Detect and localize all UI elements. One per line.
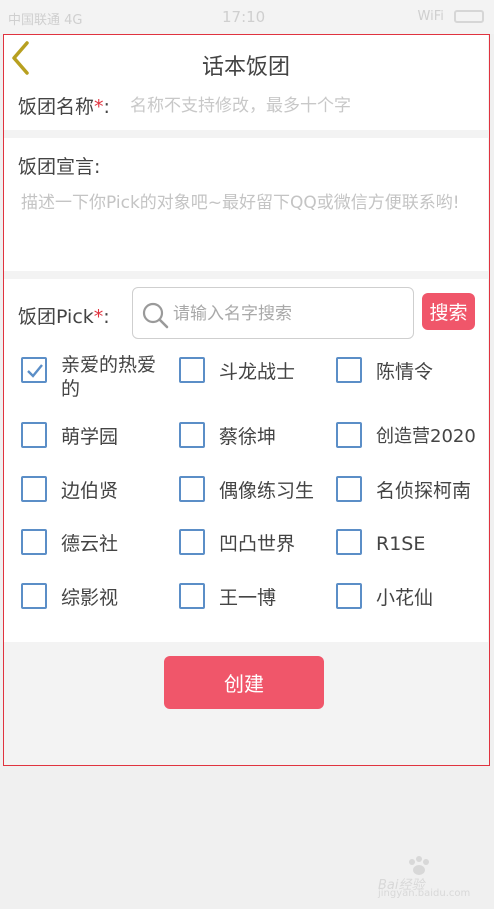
wifi-icon: WiFi <box>417 9 444 24</box>
pick-option[interactable]: 王一博 <box>179 573 339 623</box>
name-label: 饭团名称*: <box>18 92 110 119</box>
pick-option[interactable]: 蔡徐坤 <box>179 412 339 462</box>
group-name-input[interactable] <box>130 93 430 119</box>
checkbox[interactable] <box>21 357 47 383</box>
pick-option-label: R1SE <box>376 533 426 555</box>
pick-label: 饭团Pick*: <box>18 302 110 329</box>
pick-option-label: 创造营2020 <box>376 426 476 447</box>
create-button[interactable]: 创建 <box>164 656 324 709</box>
checkbox[interactable] <box>336 529 362 555</box>
create-group-panel: 话本饭团 饭团名称*: 饭团宣言: 饭团Pick*: 搜索 <box>3 34 490 766</box>
checkbox[interactable] <box>179 583 205 609</box>
pick-option-label: 萌学园 <box>61 426 119 448</box>
pick-option-label: 陈情令 <box>376 361 434 383</box>
checkbox[interactable] <box>21 583 47 609</box>
pick-option[interactable]: 综影视 <box>21 573 181 623</box>
manifesto-textarea[interactable] <box>21 191 476 261</box>
checkbox[interactable] <box>179 476 205 502</box>
checkbox[interactable] <box>21 422 47 448</box>
pick-option-label: 小花仙 <box>376 587 434 609</box>
pick-option-label: 偶像练习生 <box>219 480 315 502</box>
pick-option-label: 王一博 <box>219 587 277 609</box>
manifesto-label: 饭团宣言: <box>18 156 101 178</box>
name-section: 话本饭团 饭团名称*: <box>4 35 488 130</box>
pick-label-colon: : <box>103 306 110 328</box>
pick-option[interactable]: 名侦探柯南 <box>336 466 488 516</box>
search-box[interactable] <box>132 287 414 339</box>
pick-option[interactable]: R1SE <box>336 519 489 569</box>
pick-option-label: 综影视 <box>61 587 119 609</box>
checkbox[interactable] <box>336 357 362 383</box>
pick-option-label: 蔡徐坤 <box>219 426 277 448</box>
checkbox[interactable] <box>179 422 205 448</box>
search-button[interactable]: 搜索 <box>422 293 475 330</box>
name-label-colon: : <box>103 96 110 118</box>
pick-option[interactable]: 偶像练习生 <box>179 466 339 516</box>
status-time: 17:10 <box>222 8 266 26</box>
pick-option-label: 亲爱的热爱的 <box>61 354 157 400</box>
checkbox[interactable] <box>336 422 362 448</box>
watermark-url: jingyan.baidu.com <box>378 888 471 899</box>
pick-option[interactable]: 边伯贤 <box>21 466 181 516</box>
name-label-text: 饭团名称 <box>18 96 95 118</box>
pick-required-mark: * <box>93 306 104 328</box>
paw-icon <box>409 856 429 875</box>
page-title: 话本饭团 <box>201 55 290 80</box>
battery-icon <box>454 10 484 23</box>
status-bar: 中国联通 4G 17:10 WiFi <box>0 0 494 34</box>
pick-option-label: 边伯贤 <box>61 480 119 502</box>
pick-option[interactable]: 萌学园 <box>21 412 181 462</box>
pick-option[interactable]: 创造营2020 <box>336 412 488 462</box>
pick-option[interactable]: 德云社 <box>21 519 181 569</box>
required-mark: * <box>94 96 104 118</box>
pick-option-label: 斗龙战士 <box>219 361 296 383</box>
checkbox[interactable] <box>336 476 362 502</box>
pick-option-label: 凹凸世界 <box>219 533 296 555</box>
status-icons: WiFi <box>418 9 484 24</box>
pick-option-label: 名侦探柯南 <box>376 480 472 502</box>
search-input[interactable] <box>173 301 403 327</box>
watermark: Bai经验 jingyan.baidu.com <box>378 856 478 899</box>
carrier-text: 中国联通 4G <box>8 13 83 28</box>
pick-option[interactable]: 陈情令 <box>336 347 489 397</box>
pick-option[interactable]: 凹凸世界 <box>179 519 339 569</box>
pick-label-text: 饭团Pick <box>18 306 94 328</box>
manifesto-section: 饭团宣言: <box>4 138 488 271</box>
pick-option[interactable]: 斗龙战士 <box>179 347 339 397</box>
checkbox[interactable] <box>21 476 47 502</box>
pick-option-label: 德云社 <box>61 533 119 555</box>
checkbox[interactable] <box>336 583 362 609</box>
search-icon <box>142 302 169 329</box>
pick-option[interactable]: 小花仙 <box>336 573 489 623</box>
pick-option[interactable]: 亲爱的热爱的 <box>21 347 181 400</box>
checkbox[interactable] <box>21 529 47 555</box>
checkmark-icon <box>27 364 43 378</box>
checkbox[interactable] <box>179 529 205 555</box>
pick-section: 饭团Pick*: 搜索 亲爱的热爱的 斗龙战士 <box>4 279 488 642</box>
checkbox[interactable] <box>179 357 205 383</box>
